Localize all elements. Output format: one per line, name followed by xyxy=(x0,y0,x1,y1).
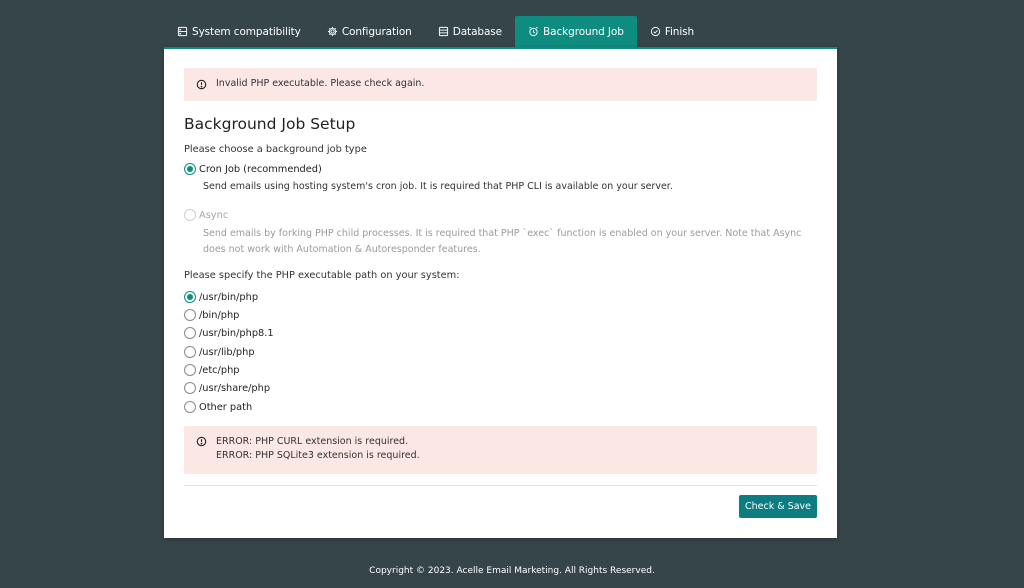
radio-label: /usr/bin/php8.1 xyxy=(199,327,274,339)
job-type-label: Please choose a background job type xyxy=(184,144,367,155)
radio-label: /etc/php xyxy=(199,364,240,376)
radio-label: Async xyxy=(199,209,229,221)
radio-button[interactable] xyxy=(184,364,196,376)
radio-path-usr-bin-php[interactable]: /usr/bin/php xyxy=(184,291,258,303)
error-line: ERROR: PHP CURL extension is required. xyxy=(216,436,409,447)
database-icon xyxy=(438,26,449,37)
setup-card: Invalid PHP executable. Please check aga… xyxy=(164,47,837,538)
radio-label: Other path xyxy=(199,401,253,413)
alert-text: Invalid PHP executable. Please check aga… xyxy=(216,78,425,89)
radio-label: /usr/share/php xyxy=(199,382,271,394)
tab-system-compatibility[interactable]: System compatibility xyxy=(164,16,314,47)
radio-button[interactable] xyxy=(184,291,196,303)
radio-path-usr-lib-php[interactable]: /usr/lib/php xyxy=(184,346,255,358)
radio-path-usr-bin-php81[interactable]: /usr/bin/php8.1 xyxy=(184,327,274,339)
check-circle-icon xyxy=(650,26,661,37)
radio-path-etc-php[interactable]: /etc/php xyxy=(184,364,240,376)
server-icon xyxy=(177,26,188,37)
radio-button[interactable] xyxy=(184,382,196,394)
radio-path-bin-php[interactable]: /bin/php xyxy=(184,309,239,321)
tab-configuration[interactable]: Configuration xyxy=(314,16,425,47)
error-alert-extensions: ERROR: PHP CURL extension is required. E… xyxy=(184,426,817,474)
radio-path-usr-share-php[interactable]: /usr/share/php xyxy=(184,382,270,394)
error-line: ERROR: PHP SQLite3 extension is required… xyxy=(216,450,420,461)
cron-job-description: Send emails using hosting system's cron … xyxy=(203,181,673,192)
tab-label: Database xyxy=(452,25,503,38)
tab-finish[interactable]: Finish xyxy=(637,16,707,47)
check-save-button[interactable]: Check & Save xyxy=(739,495,817,518)
radio-label: /usr/lib/php xyxy=(199,346,255,358)
radio-button[interactable] xyxy=(184,327,196,339)
installer-tabs: System compatibility Configuration Datab… xyxy=(164,16,707,47)
footer-copyright: Copyright © 2023. Acelle Email Marketing… xyxy=(369,566,655,576)
tab-label: Configuration xyxy=(341,25,412,38)
radio-label: /usr/bin/php xyxy=(199,291,259,303)
tab-label: Background Job xyxy=(543,25,624,38)
tab-database[interactable]: Database xyxy=(425,16,515,47)
async-description: Send emails by forking PHP child process… xyxy=(203,228,802,255)
alert-icon xyxy=(196,79,207,90)
radio-button[interactable] xyxy=(184,401,196,413)
radio-async: Async xyxy=(184,209,228,221)
radio-button[interactable] xyxy=(184,309,196,321)
radio-label: Cron Job (recommended) xyxy=(199,163,322,175)
alarm-clock-icon xyxy=(528,26,539,37)
gear-icon xyxy=(327,26,338,37)
page-title: Background Job Setup xyxy=(184,115,356,133)
tab-label: System compatibility xyxy=(192,25,301,38)
radio-label: /bin/php xyxy=(199,309,240,321)
alert-icon xyxy=(196,436,207,447)
installer-page: System compatibility Configuration Datab… xyxy=(0,0,1024,588)
tab-label: Finish xyxy=(664,25,695,38)
radio-button xyxy=(184,209,196,221)
radio-button[interactable] xyxy=(184,163,196,175)
radio-button[interactable] xyxy=(184,346,196,358)
error-alert-invalid-php: Invalid PHP executable. Please check aga… xyxy=(184,68,817,101)
radio-cron-job[interactable]: Cron Job (recommended) xyxy=(184,163,322,175)
radio-path-other[interactable]: Other path xyxy=(184,401,252,413)
divider xyxy=(184,485,817,486)
tab-background-job[interactable]: Background Job xyxy=(515,16,637,47)
php-path-label: Please specify the PHP executable path o… xyxy=(184,270,460,281)
